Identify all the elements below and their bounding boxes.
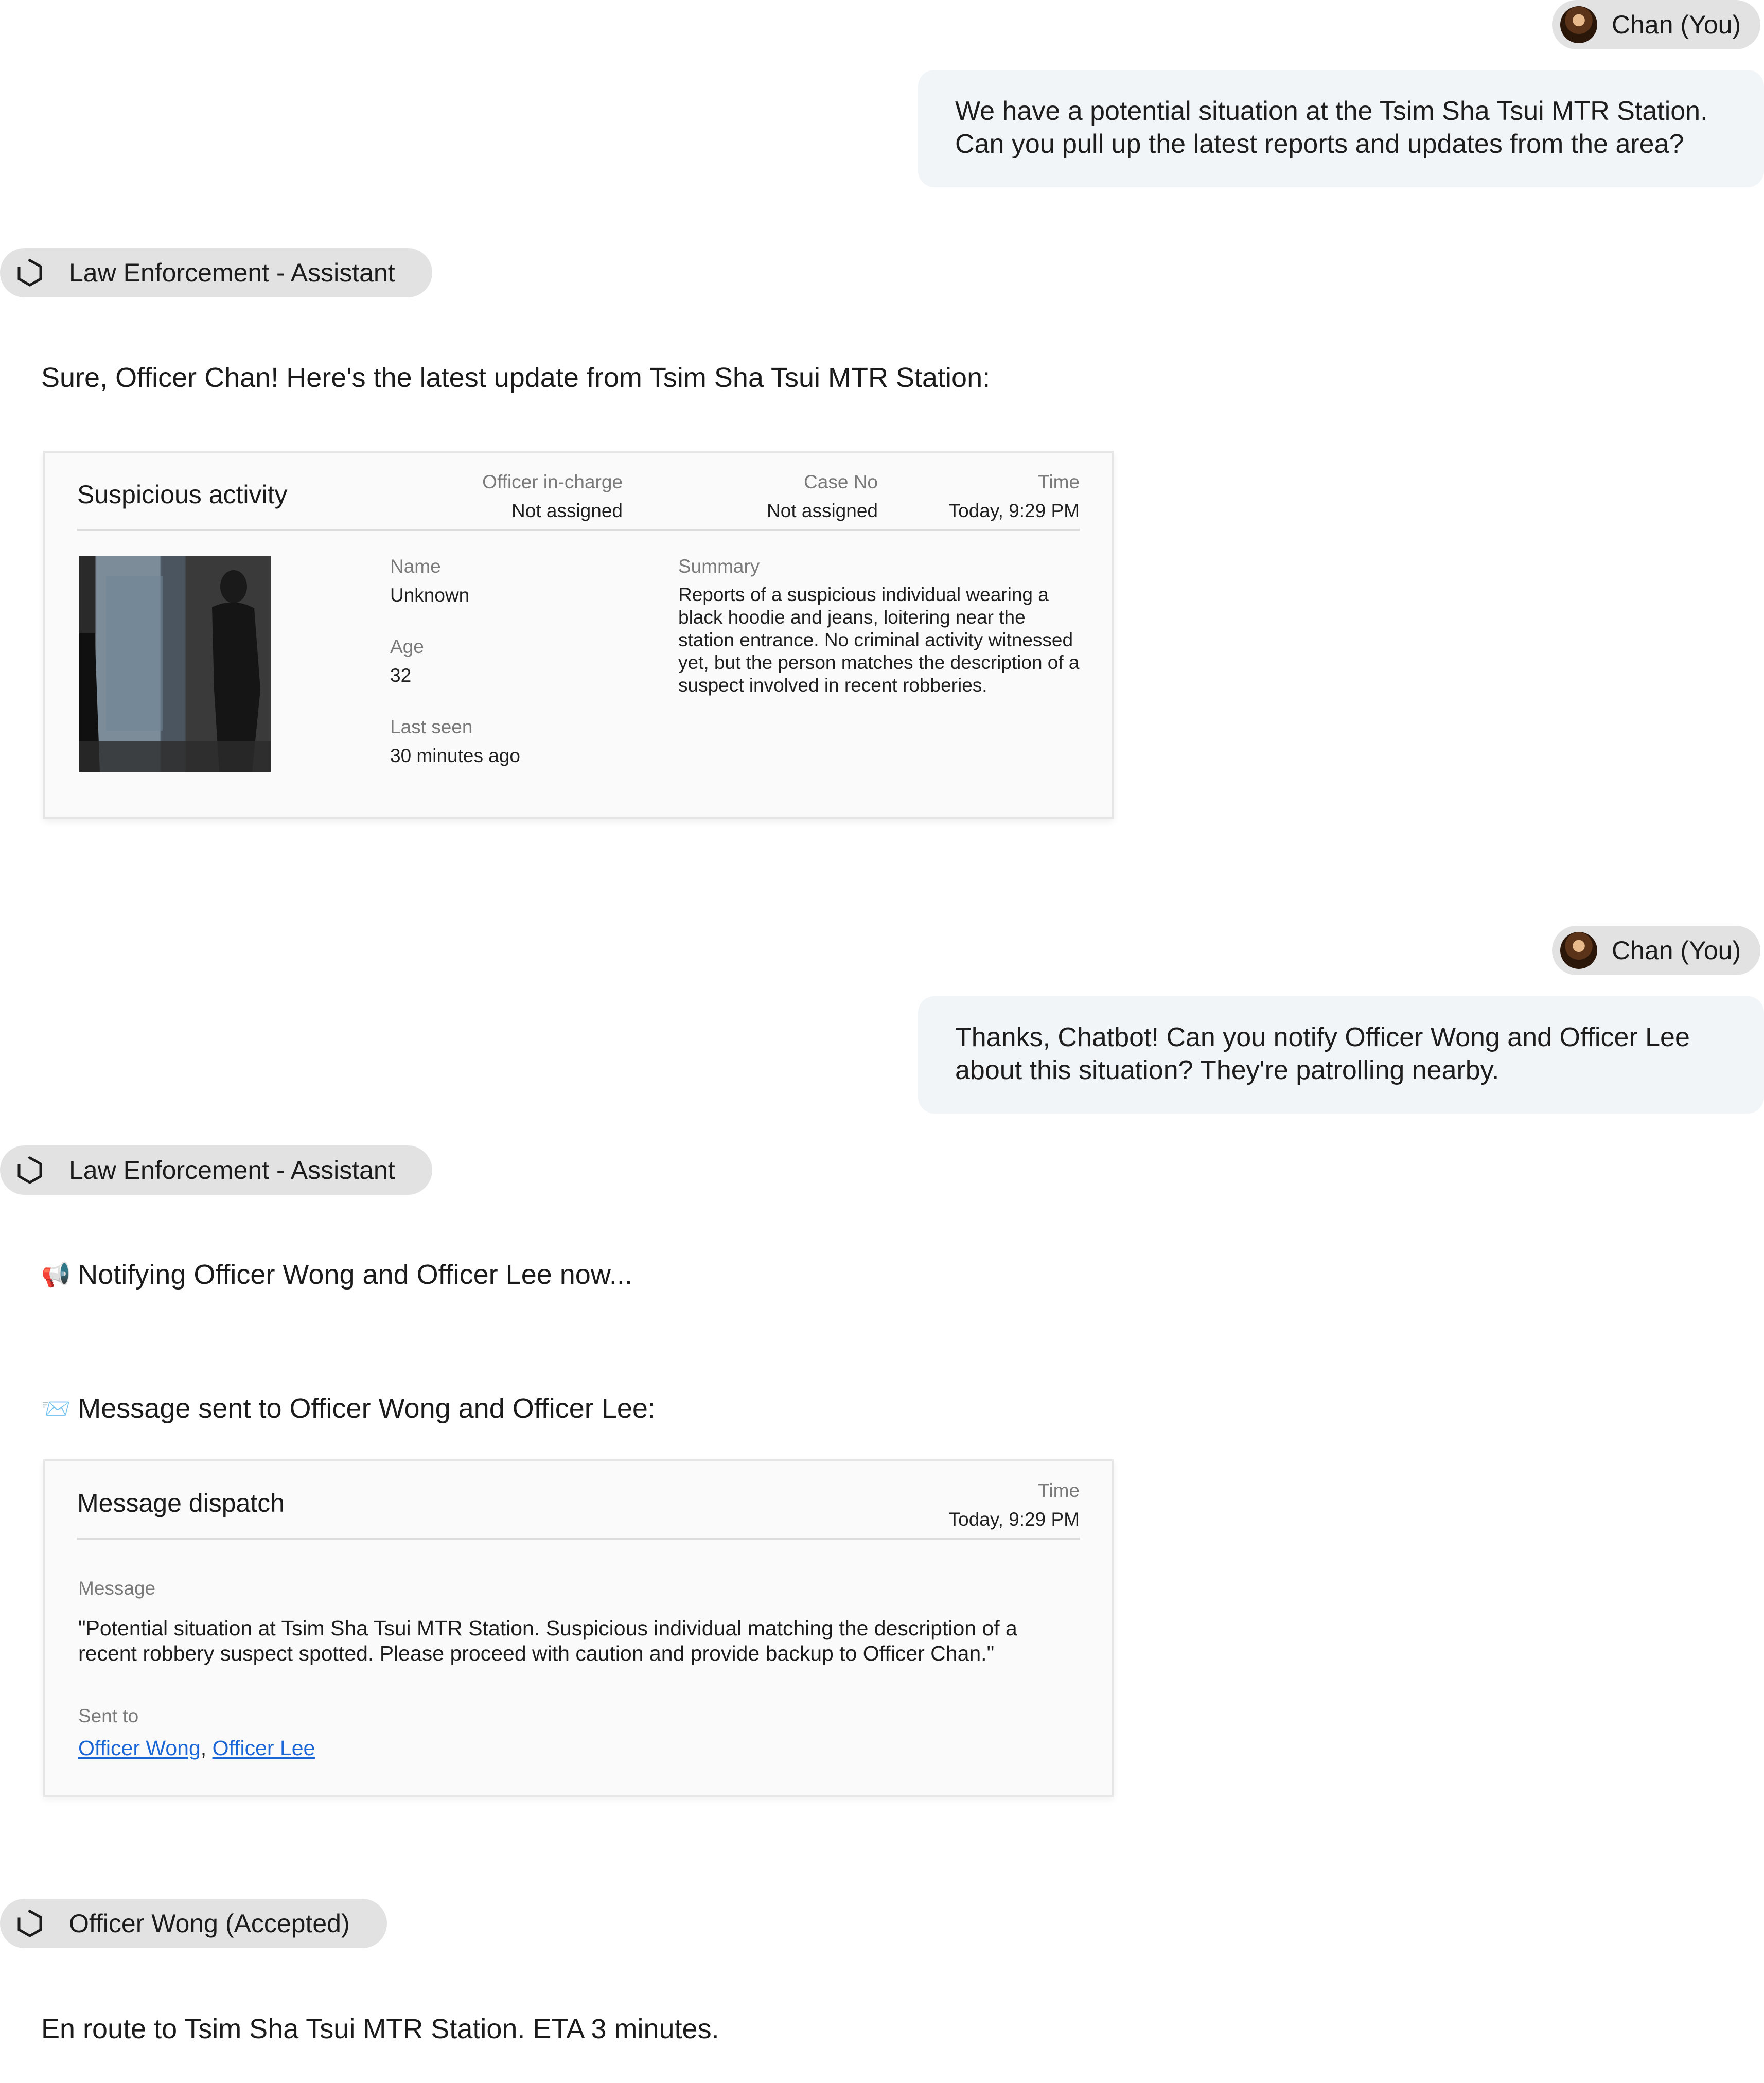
age-value: 32	[390, 665, 412, 686]
assistant-hexagon-icon	[17, 1156, 42, 1184]
officer-message: En route to Tsim Sha Tsui MTR Station. E…	[41, 2013, 719, 2045]
officer-message-text: En route to Tsim Sha Tsui MTR Station. E…	[41, 2014, 719, 2044]
user-message-bubble: We have a potential situation at the Tsi…	[918, 70, 1764, 187]
assistant-name: Law Enforcement - Assistant	[69, 258, 395, 287]
dispatch-card: Message dispatch Time Today, 9:29 PM Mes…	[43, 1459, 1114, 1797]
assistant-status-text: Notifying Officer Wong and Officer Lee n…	[78, 1259, 632, 1290]
user-message-line: Can you pull up the latest reports and u…	[955, 129, 1684, 159]
time-label: Time	[1038, 1480, 1080, 1501]
incident-title: Suspicious activity	[77, 480, 288, 509]
officer-hexagon-icon	[17, 1910, 42, 1937]
time-value: Today, 9:29 PM	[948, 1509, 1080, 1530]
user-message-line: Thanks, Chatbot! Can you notify Officer …	[955, 1022, 1690, 1052]
time-value: Today, 9:29 PM	[948, 500, 1080, 521]
last-seen-value: 30 minutes ago	[390, 745, 521, 766]
user-message-bubble: Thanks, Chatbot! Can you notify Officer …	[918, 996, 1764, 1114]
card-divider	[77, 1538, 1080, 1540]
user-message-line: about this situation? They're patrolling…	[955, 1055, 1500, 1085]
user-pill: Chan (You)	[1552, 0, 1761, 49]
assistant-sent-message: 📨 Message sent to Officer Wong and Offic…	[41, 1392, 656, 1424]
time-label: Time	[1038, 471, 1080, 492]
assistant-name: Law Enforcement - Assistant	[69, 1156, 395, 1185]
user-avatar	[1560, 6, 1597, 43]
user-name: Chan (You)	[1612, 936, 1741, 965]
summary-text: Reports of a suspicious individual weari…	[678, 584, 1080, 696]
officer-pill: Officer Wong (Accepted)	[0, 1899, 387, 1948]
recipient-list: Officer Wong, Officer Lee	[78, 1736, 315, 1760]
user-name: Chan (You)	[1612, 10, 1741, 39]
user-pill: Chan (You)	[1552, 926, 1761, 975]
assistant-pill: Law Enforcement - Assistant	[0, 1145, 432, 1195]
assistant-status-message: 📢 Notifying Officer Wong and Officer Lee…	[41, 1259, 632, 1291]
suspect-silhouette-icon	[79, 570, 271, 772]
suspect-photo[interactable]	[79, 556, 271, 772]
incident-card: Suspicious activity Officer in-charge No…	[43, 451, 1114, 819]
last-seen-label: Last seen	[390, 716, 473, 737]
recipient-separator: ,	[200, 1736, 213, 1760]
sent-to-label: Sent to	[78, 1705, 139, 1726]
name-label: Name	[390, 556, 441, 577]
assistant-message: Sure, Officer Chan! Here's the latest up…	[41, 362, 990, 394]
dispatch-title: Message dispatch	[77, 1489, 285, 1517]
user-avatar	[1560, 932, 1597, 969]
officer-in-charge-label: Officer in-charge	[482, 471, 623, 492]
message-label: Message	[78, 1578, 156, 1599]
summary-label: Summary	[678, 556, 760, 577]
officer-name: Officer Wong (Accepted)	[69, 1909, 350, 1938]
assistant-pill: Law Enforcement - Assistant	[0, 248, 432, 297]
megaphone-icon: 📢	[41, 1261, 71, 1288]
age-label: Age	[390, 636, 424, 657]
officer-in-charge-value: Not assigned	[511, 500, 623, 521]
card-divider	[77, 529, 1080, 531]
case-no-label: Case No	[804, 471, 878, 492]
recipient-link-officer-wong[interactable]: Officer Wong	[78, 1736, 201, 1760]
user-message-line: We have a potential situation at the Tsi…	[955, 96, 1708, 126]
name-value: Unknown	[390, 585, 470, 606]
case-no-value: Not assigned	[767, 500, 878, 521]
assistant-hexagon-icon	[17, 259, 42, 287]
recipient-link-officer-lee[interactable]: Officer Lee	[213, 1736, 315, 1760]
envelope-icon: 📨	[41, 1394, 71, 1422]
dispatch-message-text: "Potential situation at Tsim Sha Tsui MT…	[78, 1616, 1017, 1665]
assistant-message-text: Sure, Officer Chan! Here's the latest up…	[41, 362, 991, 393]
assistant-sent-text: Message sent to Officer Wong and Officer…	[78, 1393, 656, 1424]
